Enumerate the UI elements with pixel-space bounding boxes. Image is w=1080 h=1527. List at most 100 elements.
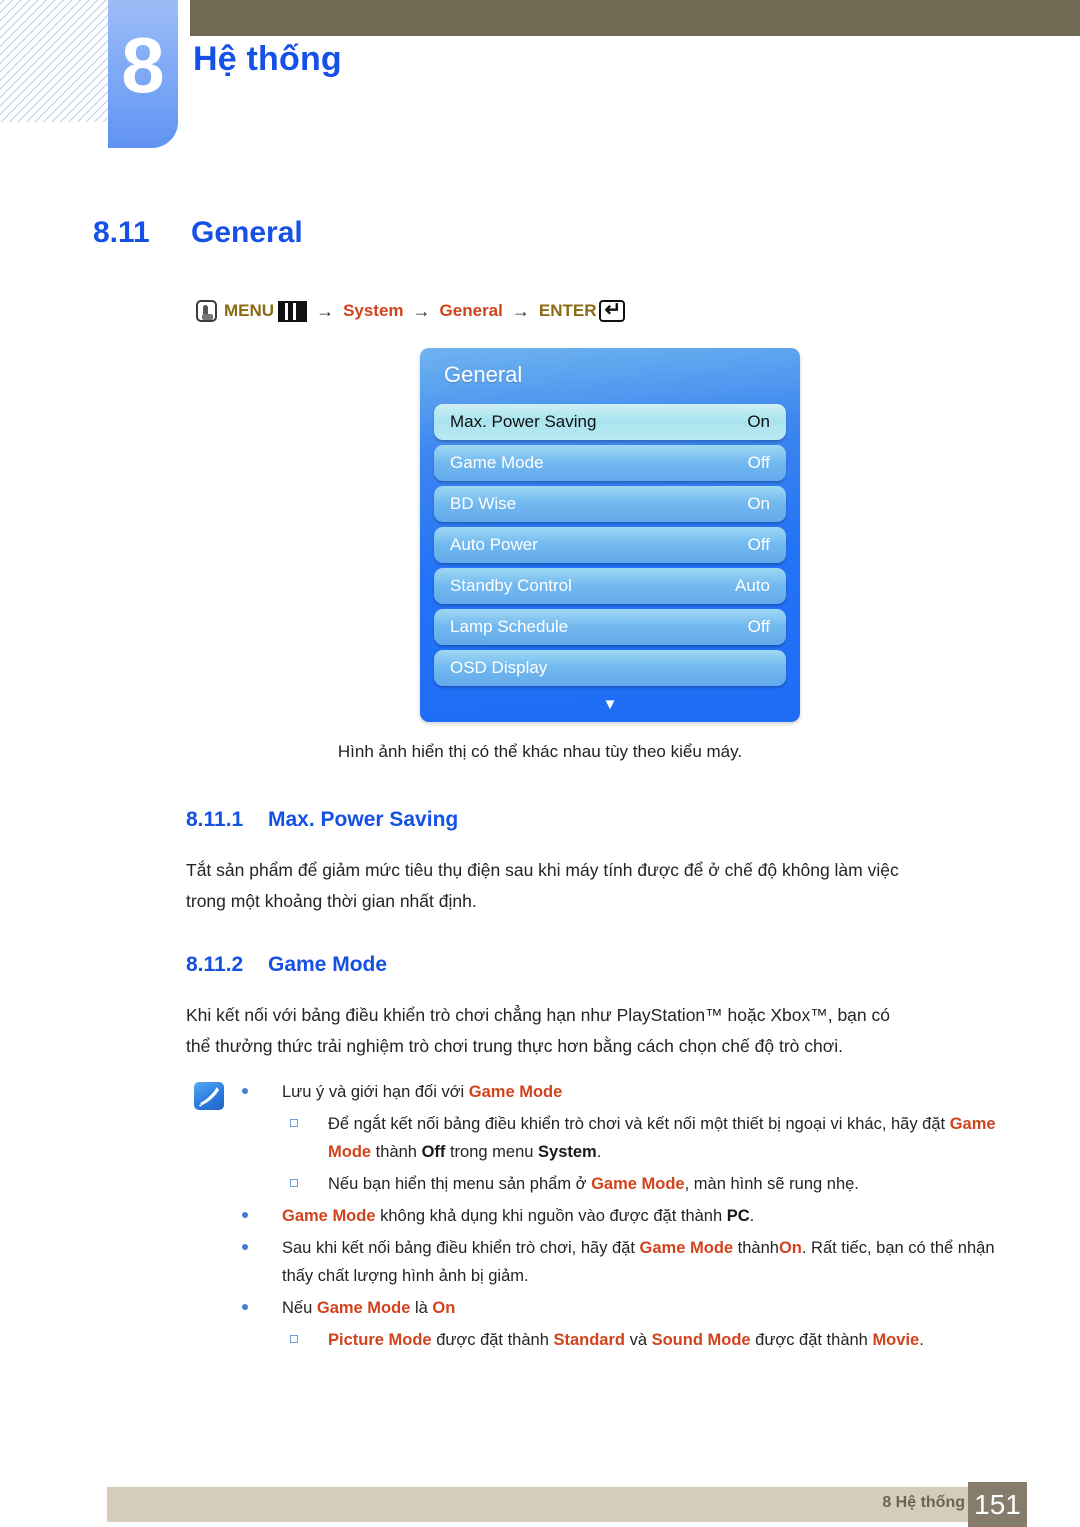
osd-row-value: On	[747, 494, 770, 513]
page-number: 151	[968, 1482, 1027, 1527]
note-text-fragment: không khả dụng khi nguồn vào được đặt th…	[375, 1207, 727, 1225]
note-text-fragment: trong menu	[445, 1143, 539, 1161]
note-text-fragment: Picture Mode	[328, 1331, 432, 1349]
bullet-square-icon	[290, 1335, 298, 1343]
subsection-title: Game Mode	[268, 953, 388, 976]
note-text-fragment: Game Mode	[468, 1083, 563, 1101]
osd-menu-list: Max. Power Saving On Game Mode Off BD Wise On…	[434, 404, 786, 691]
note-text-fragment: , màn hình sẽ rung nhẹ.	[684, 1175, 859, 1193]
subsection-title: Max. Power Saving	[268, 808, 459, 831]
osd-row[interactable]: Lamp Schedule Off	[434, 609, 786, 645]
note-text-fragment: PC	[726, 1207, 750, 1225]
path-arrow-3: →	[511, 300, 530, 321]
menu-label: MENU	[224, 301, 275, 320]
osd-row-label: Lamp Schedule	[450, 617, 569, 636]
enter-return-icon	[599, 297, 626, 322]
bullet-dot-icon	[242, 1088, 248, 1094]
note-text-fragment: .	[919, 1331, 924, 1349]
page-header: 8 Hệ thống	[0, 0, 1080, 160]
enter-label: ENTER	[538, 301, 597, 320]
note-text-fragment: là	[410, 1299, 433, 1317]
note-text-fragment: Để ngắt kết nối bảng điều khiển trò chơi…	[328, 1115, 950, 1133]
bullet-dot-icon	[242, 1212, 248, 1218]
section-title: 8.11 General	[93, 216, 303, 250]
osd-row[interactable]: Auto Power Off	[434, 527, 786, 563]
hand-pointer-icon	[196, 300, 217, 322]
osd-panel-title: General	[444, 362, 523, 387]
path-arrow-2: →	[412, 300, 431, 321]
note-sub-bullet-item: Picture Mode được đặt thành Standard và …	[236, 1326, 1026, 1354]
bullet-dot-icon	[242, 1304, 248, 1310]
path-arrow-1: →	[316, 300, 335, 321]
menu-bars-icon	[278, 300, 308, 322]
note-text-fragment: Nếu bạn hiển thị menu sản phẩm ở	[328, 1175, 592, 1193]
note-sub-bullet-item: Nếu bạn hiển thị menu sản phẩm ở Game Mo…	[236, 1170, 1026, 1198]
notes-list: Lưu ý và giới hạn đối với Game Mode Để ng…	[236, 1078, 1026, 1358]
note-text-fragment: thành	[733, 1239, 779, 1257]
osd-row-label: Game Mode	[450, 453, 544, 472]
osd-row-label: BD Wise	[450, 494, 517, 513]
subsection-number: 8.11.2	[186, 953, 244, 976]
note-text-fragment: Game Mode	[282, 1207, 376, 1225]
header-olive-bar	[190, 0, 1080, 36]
note-text-fragment: Standard	[553, 1331, 625, 1349]
osd-row[interactable]: OSD Display	[434, 650, 786, 686]
osd-row-value: Auto	[735, 576, 770, 595]
footer-chapter-text: 8 Hệ thống	[882, 1494, 965, 1511]
osd-row[interactable]: Game Mode Off	[434, 445, 786, 481]
note-text-fragment: System	[538, 1143, 597, 1161]
note-text-fragment: được đặt thành	[431, 1331, 554, 1349]
note-bullet-item: Game Mode không khả dụng khi nguồn vào đ…	[236, 1202, 1026, 1230]
note-sub-bullet-item: Để ngắt kết nối bảng điều khiển trò chơi…	[236, 1110, 1026, 1166]
note-text-fragment: Game Mode	[639, 1239, 734, 1257]
note-text-fragment: Nếu	[282, 1299, 317, 1317]
figure-caption: Hình ảnh hiển thị có thể khác nhau tùy t…	[337, 742, 743, 761]
path-step-system: System	[343, 301, 404, 320]
chapter-number: 8	[121, 21, 165, 109]
osd-row-label: Standby Control	[450, 576, 572, 595]
osd-row-value: Off	[747, 617, 770, 636]
osd-row-label: OSD Display	[450, 658, 548, 677]
note-text-fragment: Sound Mode	[651, 1331, 751, 1349]
note-text-fragment: .	[596, 1143, 602, 1161]
note-bullet-item: Lưu ý và giới hạn đối với Game Mode	[236, 1078, 1026, 1106]
note-text-fragment: On	[778, 1239, 802, 1257]
note-text-fragment: Movie	[872, 1331, 920, 1349]
bullet-square-icon	[290, 1119, 298, 1127]
osd-row-value: On	[747, 412, 770, 431]
decorative-hatch-pattern	[0, 0, 112, 122]
osd-row-label: Max. Power Saving	[450, 412, 597, 431]
note-text-fragment: thành	[371, 1143, 422, 1161]
note-bullet-item: Sau khi kết nối bảng điều khiển trò chơi…	[236, 1234, 1026, 1290]
note-text-fragment: On	[432, 1299, 456, 1317]
subsection-number: 8.11.1	[186, 808, 244, 831]
note-text-fragment: Sau khi kết nối bảng điều khiển trò chơi…	[282, 1239, 640, 1257]
bullet-dot-icon	[242, 1244, 248, 1250]
bullet-square-icon	[290, 1179, 298, 1187]
subsection-heading-game-mode: 8.11.2 Game Mode	[186, 953, 387, 977]
osd-row-value: Off	[747, 535, 770, 554]
note-text-fragment: Game Mode	[591, 1175, 685, 1193]
note-text-fragment: Lưu ý và giới hạn đối với	[282, 1083, 469, 1101]
chapter-title: Hệ thống	[193, 40, 342, 78]
chevron-down-icon[interactable]: ▼	[420, 697, 800, 712]
subsection-paragraph-max-power-saving: Tắt sản phẩm để giảm mức tiêu thụ điện s…	[186, 860, 899, 911]
osd-row[interactable]: Standby Control Auto	[434, 568, 786, 604]
osd-row[interactable]: Max. Power Saving On	[434, 404, 786, 440]
note-pencil-icon	[194, 1082, 224, 1110]
osd-row[interactable]: BD Wise On	[434, 486, 786, 522]
subsection-paragraph-game-mode: Khi kết nối với bảng điều khiển trò chơi…	[186, 1005, 890, 1056]
note-text-fragment: và	[624, 1331, 652, 1349]
note-text-fragment: được đặt thành	[750, 1331, 873, 1349]
note-text-fragment: .	[749, 1207, 755, 1225]
osd-row-label: Auto Power	[450, 535, 538, 554]
menu-path-breadcrumb: MENU → System → General → ENTER	[196, 297, 626, 322]
section-number: 8.11	[93, 216, 150, 249]
section-title-text: General	[191, 216, 303, 249]
note-text-fragment: Off	[421, 1143, 446, 1161]
osd-row-value: Off	[747, 453, 770, 472]
osd-menu-panel: General Max. Power Saving On Game Mode Off B…	[420, 348, 800, 722]
path-step-general: General	[439, 301, 503, 320]
note-bullet-item: Nếu Game Mode là On	[236, 1294, 1026, 1322]
note-text-fragment: Game Mode	[316, 1299, 411, 1317]
